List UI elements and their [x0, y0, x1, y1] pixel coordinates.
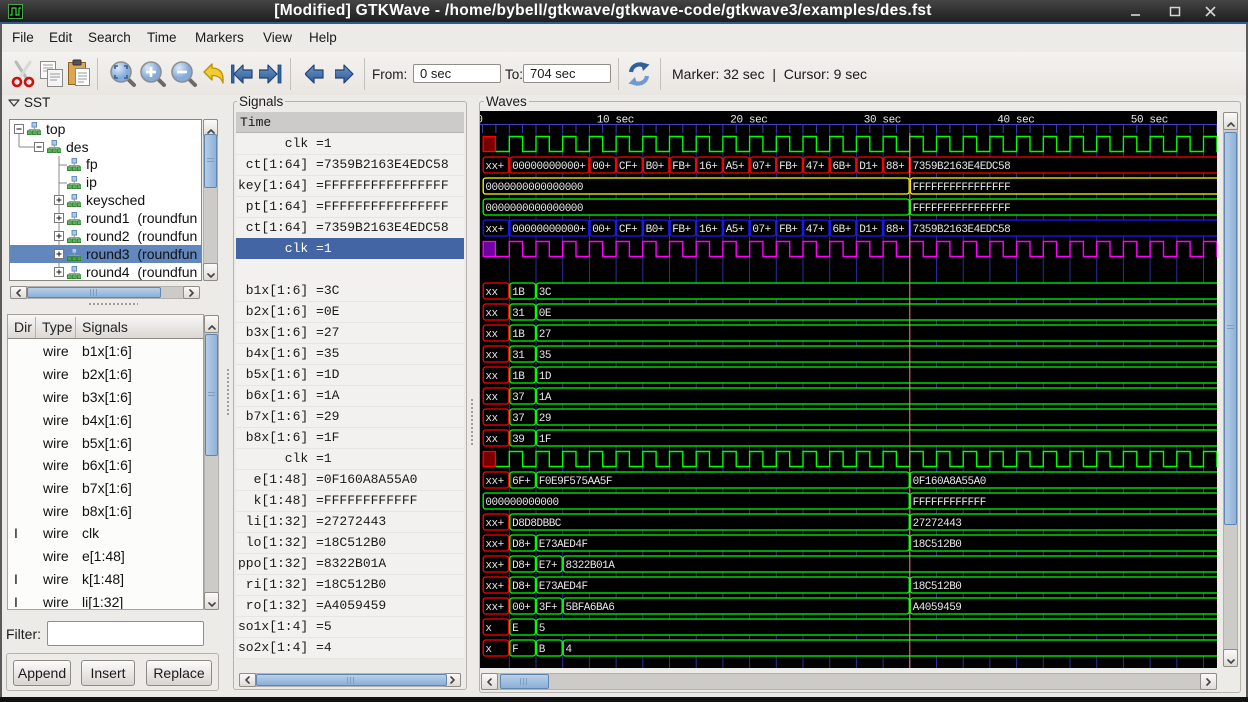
svg-text:16+: 16+: [699, 224, 717, 236]
svg-text:30 sec: 30 sec: [864, 115, 901, 127]
svg-text:6F+: 6F+: [512, 476, 530, 488]
svg-text:1B: 1B: [512, 371, 525, 383]
svg-text:4: 4: [566, 644, 573, 656]
svg-text:50 sec: 50 sec: [1131, 115, 1168, 127]
svg-text:1D: 1D: [539, 371, 552, 383]
svg-text:5BFA6BA6: 5BFA6BA6: [566, 602, 615, 614]
svg-text:07+: 07+: [752, 224, 770, 236]
svg-text:3F+: 3F+: [539, 602, 557, 614]
svg-text:E73AED4F: E73AED4F: [539, 581, 588, 593]
svg-text:00+: 00+: [512, 602, 530, 614]
svg-text:B0+: B0+: [646, 161, 664, 173]
svg-text:37: 37: [512, 413, 524, 425]
svg-text:00000000000+: 00000000000+: [512, 161, 585, 173]
svg-text:16+: 16+: [699, 161, 717, 173]
svg-text:CF+: CF+: [619, 161, 637, 173]
svg-text:xx+: xx+: [485, 476, 503, 488]
svg-text:FB+: FB+: [672, 161, 690, 173]
svg-text:B0+: B0+: [646, 224, 664, 236]
svg-text:31: 31: [512, 350, 525, 362]
svg-text:0E: 0E: [539, 308, 552, 320]
svg-text:xx+: xx+: [485, 224, 503, 236]
svg-text:6B+: 6B+: [833, 224, 851, 236]
svg-text:00+: 00+: [592, 224, 610, 236]
svg-text:D8D8DBBC: D8D8DBBC: [512, 518, 562, 530]
svg-text:FFFFFFFFFFFF: FFFFFFFFFFFF: [913, 497, 986, 509]
svg-text:D8+: D8+: [512, 560, 530, 572]
svg-text:FFFFFFFFFFFFFFFF: FFFFFFFFFFFFFFFF: [913, 182, 1011, 194]
svg-text:xx: xx: [485, 413, 498, 425]
svg-text:27272443: 27272443: [913, 518, 962, 530]
svg-text:F0E9F575AA5F: F0E9F575AA5F: [539, 476, 612, 488]
svg-text:x: x: [485, 644, 492, 656]
svg-text:27: 27: [539, 329, 551, 341]
svg-text:E73AED4F: E73AED4F: [539, 539, 588, 551]
svg-text:1B: 1B: [512, 329, 525, 341]
svg-text:xx: xx: [485, 392, 498, 404]
svg-text:07+: 07+: [752, 161, 770, 173]
svg-text:31: 31: [512, 308, 525, 320]
svg-text:D1+: D1+: [859, 161, 877, 173]
svg-text:1B: 1B: [512, 287, 525, 299]
svg-text:xx+: xx+: [485, 539, 503, 551]
svg-text:FB+: FB+: [779, 224, 797, 236]
svg-text:xx: xx: [485, 434, 498, 446]
svg-text:A4059459: A4059459: [913, 602, 962, 614]
svg-text:xx+: xx+: [485, 518, 503, 530]
svg-text:xx+: xx+: [485, 602, 503, 614]
svg-text:B: B: [539, 644, 546, 656]
svg-text:0F160A8A55A0: 0F160A8A55A0: [913, 476, 986, 488]
svg-text:FB+: FB+: [779, 161, 797, 173]
svg-text:7359B2163E4EDC58: 7359B2163E4EDC58: [913, 224, 1011, 236]
svg-text:1F: 1F: [539, 434, 551, 446]
svg-text:A5+: A5+: [726, 224, 744, 236]
svg-text:xx: xx: [485, 308, 498, 320]
svg-text:47+: 47+: [806, 224, 824, 236]
svg-text:88+: 88+: [886, 161, 904, 173]
svg-text:xx+: xx+: [485, 560, 503, 572]
svg-text:0: 0: [480, 115, 483, 127]
svg-text:CF+: CF+: [619, 224, 637, 236]
svg-text:000000000000: 000000000000: [485, 497, 558, 509]
svg-text:5: 5: [539, 623, 545, 635]
svg-text:xx+: xx+: [485, 581, 503, 593]
svg-text:00000000000+: 00000000000+: [512, 224, 585, 236]
svg-text:D1+: D1+: [859, 224, 877, 236]
svg-text:20 sec: 20 sec: [730, 115, 767, 127]
svg-text:xx+: xx+: [485, 161, 503, 173]
svg-text:47+: 47+: [806, 161, 824, 173]
svg-text:D8+: D8+: [512, 539, 530, 551]
svg-text:E: E: [512, 623, 519, 635]
svg-text:F: F: [512, 644, 518, 656]
svg-text:00+: 00+: [592, 161, 610, 173]
svg-text:18C512B0: 18C512B0: [913, 581, 962, 593]
svg-text:FFFFFFFFFFFFFFFF: FFFFFFFFFFFFFFFF: [913, 203, 1011, 215]
svg-text:7359B2163E4EDC58: 7359B2163E4EDC58: [913, 161, 1011, 173]
svg-text:6B+: 6B+: [833, 161, 851, 173]
svg-text:xx: xx: [485, 350, 498, 362]
svg-text:E7+: E7+: [539, 560, 557, 572]
svg-text:D8+: D8+: [512, 581, 530, 593]
svg-text:xx: xx: [485, 287, 498, 299]
svg-text:1A: 1A: [539, 392, 552, 404]
svg-text:x: x: [485, 623, 492, 635]
svg-text:3C: 3C: [539, 287, 552, 299]
svg-text:8322B01A: 8322B01A: [566, 560, 616, 572]
svg-text:40 sec: 40 sec: [997, 115, 1034, 127]
svg-text:0000000000000000: 0000000000000000: [485, 182, 583, 194]
svg-text:37: 37: [512, 392, 524, 404]
svg-text:88+: 88+: [886, 224, 904, 236]
svg-text:FB+: FB+: [672, 224, 690, 236]
svg-text:xx: xx: [485, 371, 498, 383]
svg-text:35: 35: [539, 350, 551, 362]
svg-text:39: 39: [512, 434, 524, 446]
svg-text:10 sec: 10 sec: [597, 115, 634, 127]
svg-text:18C512B0: 18C512B0: [913, 539, 962, 551]
svg-text:xx: xx: [485, 329, 498, 341]
svg-text:29: 29: [539, 413, 551, 425]
svg-text:0000000000000000: 0000000000000000: [485, 203, 583, 215]
svg-text:A5+: A5+: [726, 161, 744, 173]
